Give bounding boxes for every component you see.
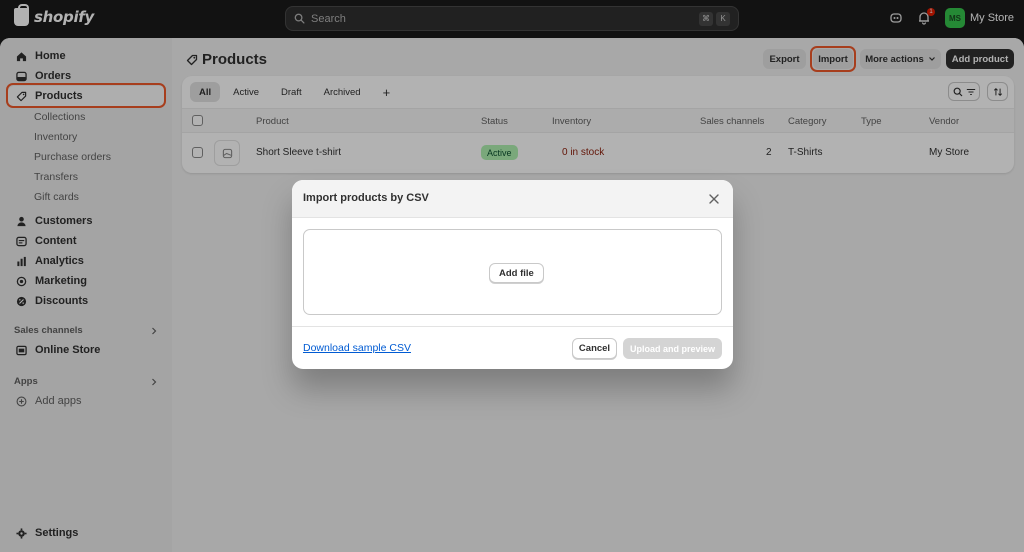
modal-footer: Download sample CSV Cancel Upload and pr… — [292, 326, 733, 369]
close-icon[interactable] — [707, 192, 721, 206]
import-modal: Import products by CSV Add file Download… — [292, 180, 733, 369]
file-dropzone[interactable]: Add file — [303, 229, 722, 315]
modal-title: Import products by CSV — [303, 192, 429, 204]
add-file-button[interactable]: Add file — [489, 263, 544, 283]
cancel-button[interactable]: Cancel — [572, 338, 617, 359]
download-sample-csv-link[interactable]: Download sample CSV — [303, 342, 411, 354]
upload-and-preview-button[interactable]: Upload and preview — [623, 338, 722, 359]
modal-header: Import products by CSV — [292, 180, 733, 218]
